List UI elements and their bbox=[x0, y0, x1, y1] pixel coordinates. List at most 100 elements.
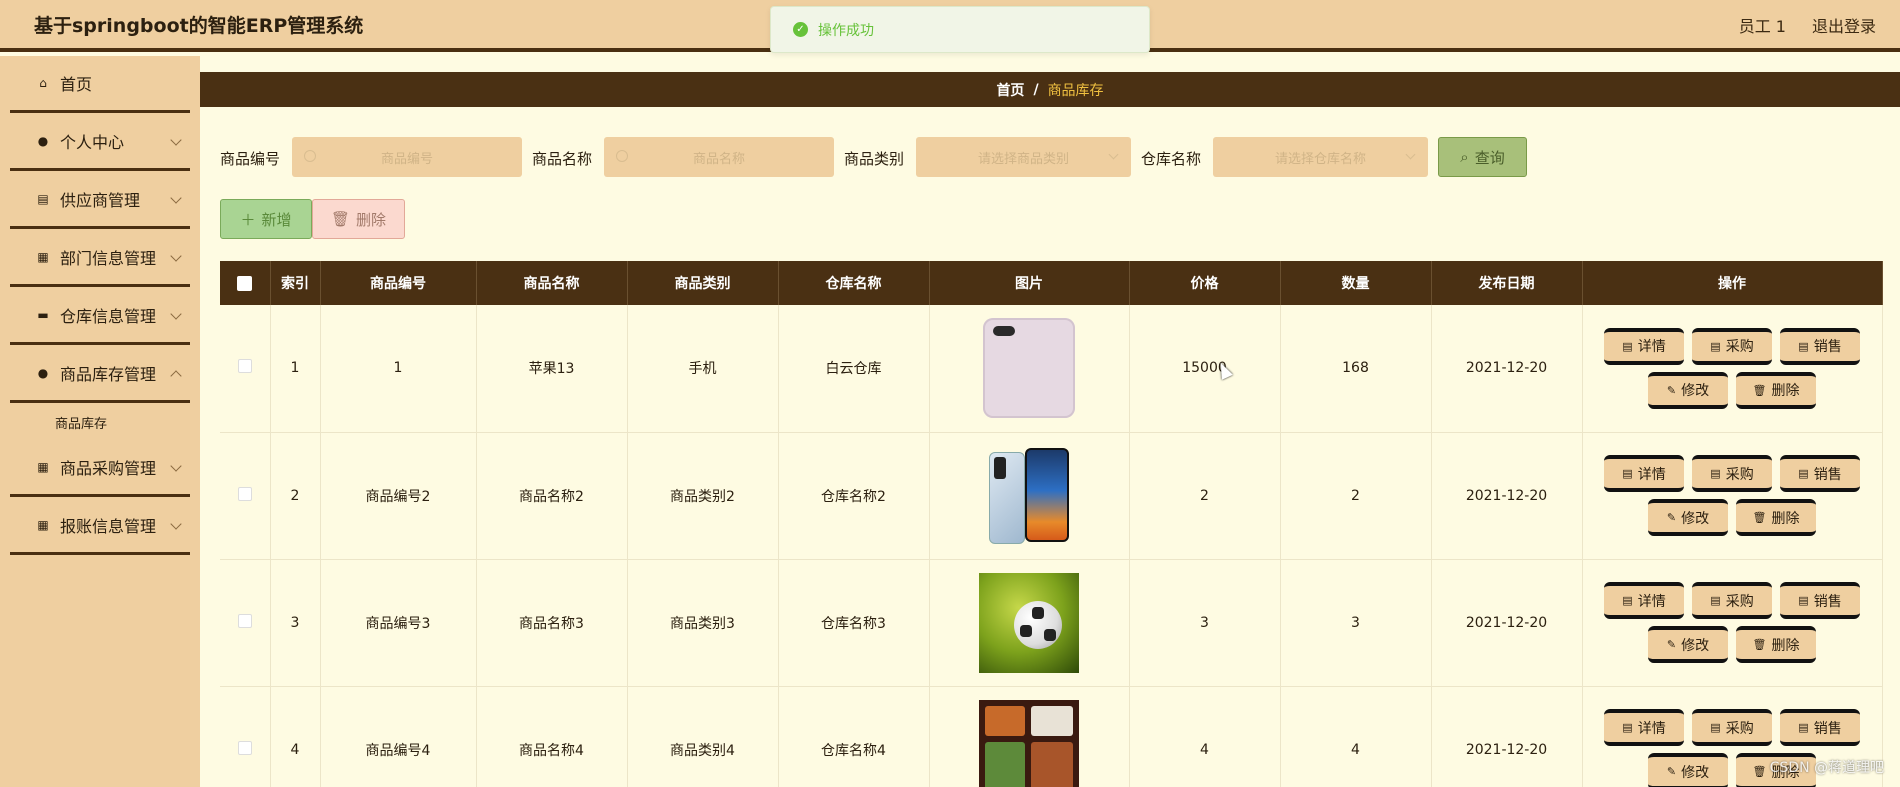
watermark: CSDN @蒋道理吧 bbox=[1769, 760, 1884, 776]
warehouse-placeholder: 请选择仓库名称 bbox=[1274, 151, 1366, 167]
row-checkbox[interactable] bbox=[237, 486, 252, 501]
edit-icon: ✎ bbox=[1666, 765, 1677, 778]
edit-button[interactable]: ✎ 修改 bbox=[1648, 371, 1728, 409]
edit-button[interactable]: ✎ 修改 bbox=[1648, 753, 1728, 787]
cell-price: 2 bbox=[1129, 432, 1281, 560]
edit-icon: ✎ bbox=[1666, 383, 1677, 397]
sidebar-item-warehouse[interactable]: ▬ 仓库信息管理 bbox=[10, 288, 190, 345]
edit-button[interactable]: ✎ 修改 bbox=[1648, 626, 1728, 663]
document-icon: ▤ bbox=[1622, 594, 1633, 607]
sell-button[interactable]: ▤ 销售 bbox=[1780, 327, 1860, 365]
delete-label: 删除 bbox=[1771, 383, 1800, 400]
sell-label: 销售 bbox=[1813, 720, 1842, 737]
cell-price: 4 bbox=[1129, 686, 1281, 787]
detail-label: 详情 bbox=[1637, 466, 1666, 483]
sidebar-item-personal-center[interactable]: ● 个人中心 bbox=[10, 114, 190, 171]
trash-icon: 🗑 bbox=[330, 210, 351, 228]
query-button[interactable]: ⌕ 查询 bbox=[1438, 137, 1527, 177]
cell-category: 商品类别2 bbox=[627, 432, 779, 560]
sidebar-item-home[interactable]: ⌂ 首页 bbox=[10, 56, 190, 113]
detail-button[interactable]: ▤ 详情 bbox=[1604, 327, 1684, 365]
row-checkbox[interactable] bbox=[237, 740, 252, 755]
table-row: 2 商品编号2 商品名称2 商品类别2 仓库名称2 2 2 2021-12-20… bbox=[220, 432, 1883, 560]
purchase-button[interactable]: ▤ 采购 bbox=[1692, 709, 1772, 746]
cell-date: 2021-12-20 bbox=[1431, 559, 1583, 687]
detail-button[interactable]: ▤ 详情 bbox=[1604, 709, 1684, 746]
breadcrumb-home[interactable]: 首页 bbox=[996, 80, 1024, 100]
table-header-row: 索引 商品编号 商品名称 商品类别 仓库名称 图片 价格 数量 发布日期 操作 bbox=[220, 261, 1883, 305]
name-search-input[interactable]: 商品名称 bbox=[604, 137, 834, 177]
sidebar-item-inventory[interactable]: ● 商品库存管理 bbox=[10, 346, 190, 403]
row-actions: ▤ 详情 ▤ 采购 ▤ 销售 ✎ 修改 🗑 删除 bbox=[1583, 582, 1882, 663]
clipboard-icon: ▤ bbox=[37, 192, 49, 206]
purchase-button[interactable]: ▤ 采购 bbox=[1692, 582, 1772, 619]
chevron-up-icon bbox=[170, 370, 182, 382]
chevron-down-icon bbox=[1405, 149, 1416, 160]
delete-button[interactable]: 🗑 删除 bbox=[1736, 499, 1816, 536]
detail-button[interactable]: ▤ 详情 bbox=[1604, 455, 1684, 492]
sell-label: 销售 bbox=[1813, 339, 1842, 356]
detail-button[interactable]: ▤ 详情 bbox=[1604, 582, 1684, 619]
cell-name: 商品名称3 bbox=[476, 559, 628, 687]
column-header: 数量 bbox=[1280, 261, 1432, 305]
chevron-down-icon bbox=[1108, 149, 1119, 160]
sidebar-item-supplier[interactable]: ▤ 供应商管理 bbox=[10, 172, 190, 229]
cell-code: 商品编号2 bbox=[320, 432, 477, 560]
category-label: 商品类别 bbox=[844, 150, 905, 168]
purchase-button[interactable]: ▤ 采购 bbox=[1692, 455, 1772, 492]
breadcrumb-separator: / bbox=[1033, 81, 1039, 98]
select-all-checkbox[interactable] bbox=[237, 275, 253, 291]
sidebar-item-department[interactable]: ▦ 部门信息管理 bbox=[10, 230, 190, 287]
name-placeholder: 商品名称 bbox=[692, 151, 745, 167]
cell-price: 15000 bbox=[1129, 305, 1281, 433]
sell-button[interactable]: ▤ 销售 bbox=[1780, 455, 1860, 492]
sell-button[interactable]: ▤ 销售 bbox=[1780, 709, 1860, 746]
inventory-table: 索引 商品编号 商品名称 商品类别 仓库名称 图片 价格 数量 发布日期 操作 … bbox=[220, 261, 1883, 787]
sidebar-subitem-inventory[interactable]: 商品库存 bbox=[55, 413, 107, 432]
cell-index: 4 bbox=[270, 686, 321, 787]
user-icon: ● bbox=[37, 134, 49, 148]
cell-price: 3 bbox=[1129, 559, 1281, 687]
column-header: 发布日期 bbox=[1431, 261, 1583, 305]
sell-button[interactable]: ▤ 销售 bbox=[1780, 582, 1860, 619]
batch-delete-button[interactable]: 🗑 删除 bbox=[312, 199, 405, 239]
sidebar-item-purchase[interactable]: ▦ 商品采购管理 bbox=[10, 440, 190, 497]
category-select[interactable]: 请选择商品类别 bbox=[916, 137, 1131, 177]
document-icon: ▤ bbox=[1798, 594, 1809, 607]
delete-button[interactable]: 🗑 删除 bbox=[1736, 626, 1816, 663]
add-button[interactable]: ＋ 新增 bbox=[220, 199, 312, 239]
edit-icon: ✎ bbox=[1666, 511, 1677, 524]
select-all-header[interactable] bbox=[220, 261, 271, 305]
chevron-down-icon bbox=[170, 134, 182, 146]
check-circle-icon: ✓ bbox=[793, 22, 808, 37]
logout-link[interactable]: 退出登录 bbox=[1812, 13, 1876, 37]
warehouse-select[interactable]: 请选择仓库名称 bbox=[1213, 137, 1428, 177]
cell-warehouse: 仓库名称4 bbox=[778, 686, 930, 787]
current-user[interactable]: 员工 1 bbox=[1739, 13, 1786, 37]
trash-icon: 🗑 bbox=[1752, 638, 1767, 651]
delete-button[interactable]: 🗑 删除 bbox=[1736, 371, 1816, 409]
purchase-button[interactable]: ▤ 采购 bbox=[1692, 327, 1772, 365]
code-search-input[interactable]: 商品编号 bbox=[292, 137, 522, 177]
column-header: 商品编号 bbox=[320, 261, 477, 305]
cell-code: 1 bbox=[320, 305, 477, 433]
column-header: 商品名称 bbox=[476, 261, 628, 305]
trash-icon: 🗑 bbox=[1752, 765, 1767, 778]
document-icon: ▤ bbox=[1622, 467, 1633, 480]
grid-icon: ▦ bbox=[37, 460, 49, 474]
edit-label: 修改 bbox=[1681, 764, 1710, 781]
sidebar-item-reimbursement[interactable]: ▦ 报账信息管理 bbox=[10, 498, 190, 555]
search-icon bbox=[304, 150, 316, 162]
purchase-label: 采购 bbox=[1725, 466, 1754, 483]
document-icon: ▤ bbox=[1710, 467, 1721, 480]
edit-button[interactable]: ✎ 修改 bbox=[1648, 499, 1728, 536]
document-icon: ▤ bbox=[1798, 339, 1809, 353]
document-icon: ▤ bbox=[1710, 594, 1721, 607]
row-checkbox[interactable] bbox=[237, 359, 252, 374]
document-icon: ▤ bbox=[1622, 721, 1633, 734]
table-row: 1 1 苹果13 手机 白云仓库 15000 168 2021-12-20 ▤ 详… bbox=[220, 305, 1883, 433]
app-title: 基于springboot的智能ERP管理系统 bbox=[34, 15, 364, 37]
row-checkbox[interactable] bbox=[237, 613, 252, 628]
cell-warehouse: 仓库名称2 bbox=[778, 432, 930, 560]
cell-qty: 168 bbox=[1280, 305, 1432, 433]
